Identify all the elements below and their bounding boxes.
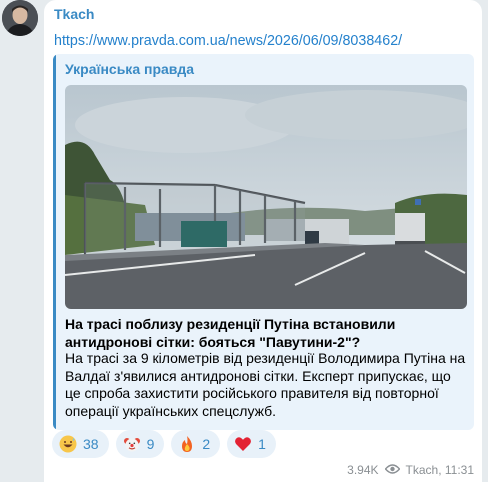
post-signature-time: Tkach, 11:31: [405, 463, 474, 477]
message-link[interactable]: https://www.pravda.com.ua/news/2026/06/0…: [54, 33, 402, 49]
preview-site-name: Українська правда: [65, 61, 195, 77]
message-meta: 3.94K Tkach, 11:31: [347, 463, 474, 477]
preview-description: На трасі за 9 кілометрів від резиденції …: [65, 350, 466, 419]
message-bubble: Tkach https://www.pravda.com.ua/news/202…: [44, 0, 482, 482]
author-name[interactable]: Tkach: [54, 6, 94, 22]
reaction-clown[interactable]: 9: [115, 430, 165, 458]
reaction-count: 1: [258, 436, 266, 452]
fire-icon: [178, 435, 196, 453]
grinning-sweat-icon: [59, 435, 77, 453]
preview-title: На трасі поблизу резиденції Путіна встан…: [65, 316, 396, 350]
reaction-count: 2: [202, 436, 211, 452]
clown-icon: [123, 435, 141, 453]
avatar-photo: [2, 0, 38, 36]
reaction-count: 9: [146, 436, 155, 452]
link-preview[interactable]: Українська правда На трасі поблизу резид…: [53, 54, 474, 430]
reaction-count: 38: [83, 436, 99, 452]
reactions-bar: 38 9 2 1: [52, 430, 276, 458]
reaction-fire[interactable]: 2: [171, 430, 221, 458]
avatar[interactable]: [2, 0, 38, 36]
reaction-grinning-sweat[interactable]: 38: [52, 430, 109, 458]
road-photo-illustration: [65, 85, 467, 309]
preview-accent-bar: [53, 54, 56, 430]
preview-image[interactable]: [65, 85, 467, 309]
reaction-red-heart[interactable]: 1: [227, 430, 276, 458]
views-count: 3.94K: [347, 463, 379, 477]
eye-icon: [384, 463, 400, 477]
red-heart-icon: [234, 435, 252, 453]
